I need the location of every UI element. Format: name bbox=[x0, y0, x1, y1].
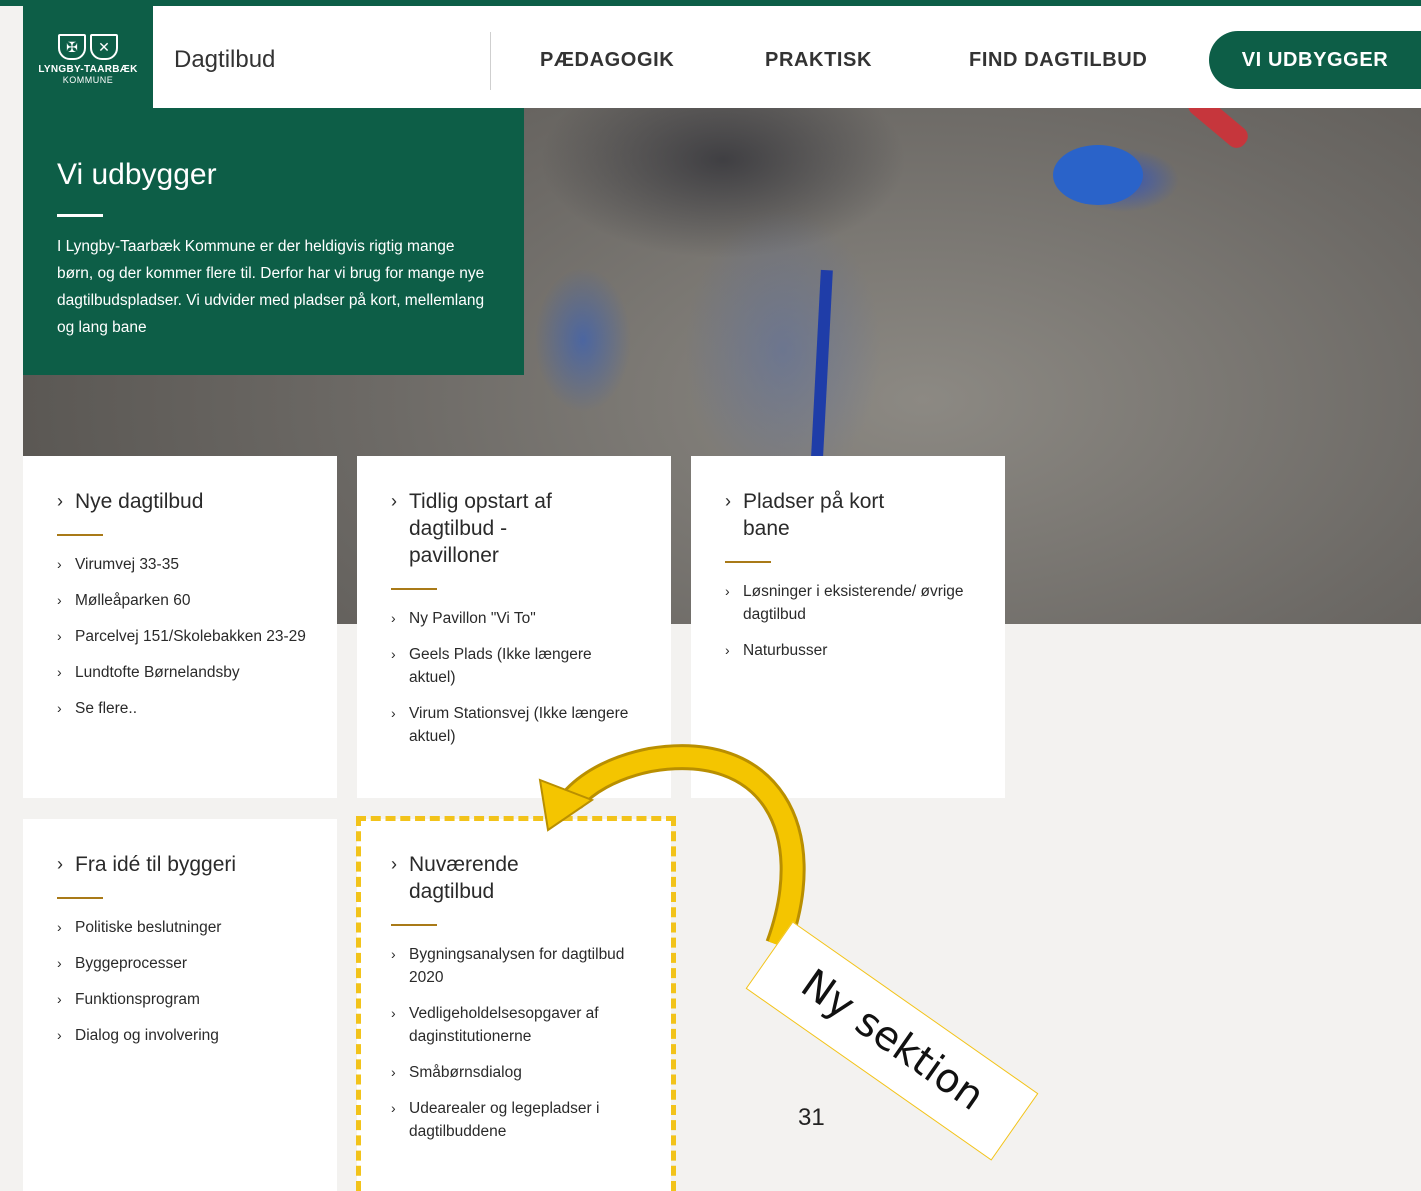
chevron-right-icon: › bbox=[391, 946, 396, 962]
municipality-logo[interactable]: ✠ ✕ LYNGBY-TAARBÆK KOMMUNE bbox=[23, 0, 153, 108]
card-heading-link[interactable]: › Nuværende dagtilbud bbox=[391, 851, 581, 905]
blue-toy-decor bbox=[1053, 145, 1143, 205]
card-heading-link[interactable]: › Pladser på kort bane bbox=[725, 488, 915, 542]
list-link[interactable]: › Vedligeholdelsesopgaver af daginstituti… bbox=[391, 1002, 641, 1048]
intro-panel: Vi udbygger I Lyngby-Taarbæk Kommune er … bbox=[23, 108, 524, 375]
link-label: Byggeprocesser bbox=[75, 955, 188, 972]
chevron-right-icon: › bbox=[391, 610, 396, 626]
chevron-right-icon: › bbox=[391, 1064, 396, 1080]
card-tidlig-opstart: › Tidlig opstart af dagtilbud - pavillone… bbox=[357, 456, 671, 798]
list-link[interactable]: › Naturbusser bbox=[725, 639, 985, 662]
chevron-right-icon: › bbox=[391, 1005, 396, 1021]
intro-text: I Lyngby-Taarbæk Kommune er der heldigvi… bbox=[57, 238, 485, 336]
link-label: Politiske beslutninger bbox=[75, 919, 222, 936]
chevron-right-icon: › bbox=[57, 700, 62, 716]
chevron-right-icon: › bbox=[57, 1027, 62, 1043]
gold-rule bbox=[57, 534, 103, 536]
chevron-right-icon: › bbox=[391, 854, 397, 874]
nav-vi-udbygger-active[interactable]: VI UDBYGGER bbox=[1209, 31, 1421, 89]
card-title: Tidlig opstart af dagtilbud - pavilloner bbox=[409, 490, 552, 567]
chevron-right-icon: › bbox=[391, 705, 396, 721]
card-nuvaerende-dagtilbud: › Nuværende dagtilbud › Bygningsanalysen f… bbox=[357, 819, 671, 1191]
link-label: Dialog og involvering bbox=[75, 1027, 219, 1044]
site-header: ✠ ✕ LYNGBY-TAARBÆK KOMMUNE Dagtilbud PÆD… bbox=[23, 0, 1421, 108]
list-link[interactable]: › Se flere.. bbox=[57, 697, 337, 720]
link-label: Virumvej 33-35 bbox=[75, 556, 179, 573]
list-link[interactable]: › Funktionsprogram bbox=[57, 988, 337, 1011]
chevron-right-icon: › bbox=[57, 991, 62, 1007]
list-link[interactable]: › Udearealer og legepladser i dagtilbudde… bbox=[391, 1097, 641, 1143]
list-link[interactable]: › Småbørnsdialog bbox=[391, 1061, 641, 1084]
list-link[interactable]: › Virum Stationsvej (Ikke længere aktuel) bbox=[391, 702, 641, 748]
nav-paedagogik[interactable]: PÆDAGOGIK bbox=[540, 49, 674, 72]
header-divider bbox=[490, 32, 491, 90]
link-label: Mølleåparken 60 bbox=[75, 592, 191, 609]
link-label: Ny Pavillon "Vi To" bbox=[409, 610, 536, 627]
card-title: Nuværende dagtilbud bbox=[409, 853, 519, 903]
logo-line1: LYNGBY-TAARBÆK bbox=[38, 64, 138, 75]
gold-rule bbox=[391, 924, 437, 926]
card-heading-link[interactable]: › Nye dagtilbud bbox=[57, 488, 337, 515]
chevron-right-icon: › bbox=[57, 556, 62, 572]
nav-find-dagtilbud[interactable]: FIND DAGTILBUD bbox=[969, 49, 1147, 72]
link-label: Parcelvej 151/Skolebakken 23-29 bbox=[75, 628, 306, 645]
card-heading-link[interactable]: › Tidlig opstart af dagtilbud - pavillone… bbox=[391, 488, 581, 569]
page-title: Vi udbygger bbox=[57, 158, 217, 191]
chevron-right-icon: › bbox=[57, 491, 63, 511]
chevron-right-icon: › bbox=[391, 491, 397, 511]
gold-rule bbox=[725, 561, 771, 563]
link-label: Lundtofte Børnelandsby bbox=[75, 664, 240, 681]
chevron-right-icon: › bbox=[725, 583, 730, 599]
chevron-right-icon: › bbox=[391, 646, 396, 662]
list-link[interactable]: › Politiske beslutninger bbox=[57, 916, 337, 939]
list-link[interactable]: › Geels Plads (Ikke længere aktuel) bbox=[391, 643, 641, 689]
link-label: Se flere.. bbox=[75, 700, 138, 717]
card-title: Fra idé til byggeri bbox=[75, 853, 237, 876]
link-label: Vedligeholdelsesopgaver af daginstitutio… bbox=[409, 1005, 599, 1045]
card-nye-dagtilbud: › Nye dagtilbud › Virumvej 33-35 › Mølleåpa… bbox=[23, 456, 337, 798]
link-label: Løsninger i eksisterende/ øvrige dagtilb… bbox=[743, 583, 964, 623]
site-title[interactable]: Dagtilbud bbox=[174, 46, 275, 74]
page-number: 31 bbox=[798, 1104, 825, 1131]
list-link[interactable]: › Dialog og involvering bbox=[57, 1024, 337, 1047]
gold-rule bbox=[391, 588, 437, 590]
list-link[interactable]: › Løsninger i eksisterende/ øvrige dagtil… bbox=[725, 580, 985, 626]
link-label: Geels Plads (Ikke længere aktuel) bbox=[409, 646, 592, 686]
chevron-right-icon: › bbox=[57, 919, 62, 935]
card-title: Pladser på kort bane bbox=[743, 490, 885, 540]
card-kort-bane: › Pladser på kort bane › Løsninger i eksis… bbox=[691, 456, 1005, 798]
list-link[interactable]: › Virumvej 33-35 bbox=[57, 553, 337, 576]
chevron-right-icon: › bbox=[57, 854, 63, 874]
link-label: Naturbusser bbox=[743, 642, 828, 659]
link-label: Virum Stationsvej (Ikke længere aktuel) bbox=[409, 705, 629, 745]
list-link[interactable]: › Ny Pavillon "Vi To" bbox=[391, 607, 641, 630]
link-label: Udearealer og legepladser i dagtilbudden… bbox=[409, 1100, 600, 1140]
gold-rule bbox=[57, 897, 103, 899]
nav-praktisk[interactable]: PRAKTISK bbox=[765, 49, 872, 72]
link-label: Småbørnsdialog bbox=[409, 1064, 522, 1081]
chevron-right-icon: › bbox=[57, 628, 62, 644]
chevron-right-icon: › bbox=[57, 592, 62, 608]
list-link[interactable]: › Byggeprocesser bbox=[57, 952, 337, 975]
title-rule bbox=[57, 214, 103, 217]
chevron-right-icon: › bbox=[57, 955, 62, 971]
card-heading-link[interactable]: › Fra idé til byggeri bbox=[57, 851, 337, 878]
chevron-right-icon: › bbox=[57, 664, 62, 680]
chevron-right-icon: › bbox=[391, 1100, 396, 1116]
list-link[interactable]: › Lundtofte Børnelandsby bbox=[57, 661, 337, 684]
card-title: Nye dagtilbud bbox=[75, 490, 204, 513]
link-label: Bygningsanalysen for dagtilbud 2020 bbox=[409, 946, 625, 986]
chevron-right-icon: › bbox=[725, 642, 730, 658]
card-fra-ide-til-byggeri: › Fra idé til byggeri › Politiske beslutni… bbox=[23, 819, 337, 1191]
crest-icon-right: ✕ bbox=[90, 34, 118, 60]
list-link[interactable]: › Bygningsanalysen for dagtilbud 2020 bbox=[391, 943, 641, 989]
list-link[interactable]: › Mølleåparken 60 bbox=[57, 589, 337, 612]
crest-icon-left: ✠ bbox=[58, 34, 86, 60]
list-link[interactable]: › Parcelvej 151/Skolebakken 23-29 bbox=[57, 625, 337, 648]
chevron-right-icon: › bbox=[725, 491, 731, 511]
link-label: Funktionsprogram bbox=[75, 991, 200, 1008]
ny-sektion-label: Ny sektion bbox=[745, 921, 1039, 1161]
logo-line2: KOMMUNE bbox=[62, 75, 114, 85]
